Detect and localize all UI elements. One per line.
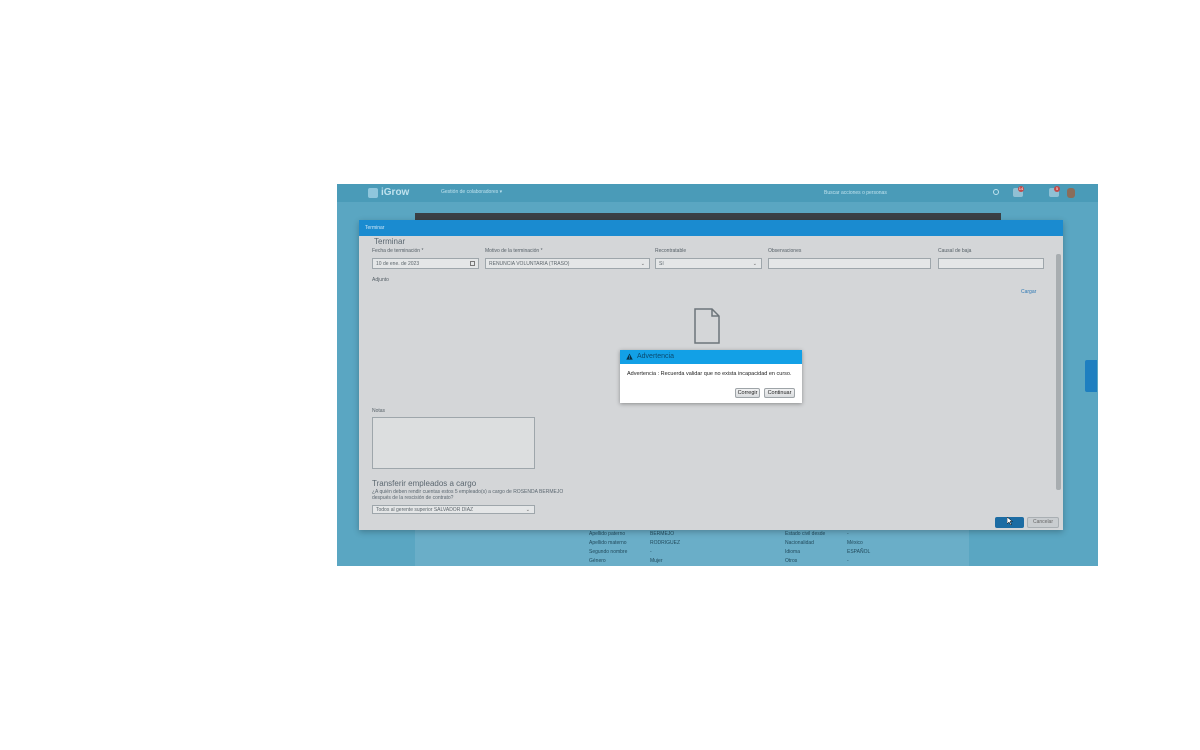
- transfer-select[interactable]: Todos al gerente superior SALVADOR DIAZ …: [372, 505, 535, 514]
- observations-input[interactable]: [768, 258, 931, 269]
- notes-label: Notas: [372, 408, 386, 414]
- profile-details: Apellido paterno BERMEJO Estado civil de…: [415, 529, 969, 566]
- detail-value: -: [847, 531, 849, 537]
- cause-label: Causal de baja: [938, 248, 972, 254]
- attachment-label: Adjunto: [372, 277, 389, 283]
- calendar-icon[interactable]: [470, 261, 475, 266]
- search-input[interactable]: Buscar acciones o personas: [824, 188, 994, 198]
- side-help-tab[interactable]: [1085, 360, 1097, 392]
- messages-icon[interactable]: 5: [1049, 186, 1060, 197]
- observations-label: Observaciones: [768, 248, 802, 254]
- chevron-down-icon: ⌄: [640, 261, 645, 267]
- termination-reason-label: Motivo de la terminación *: [485, 248, 543, 254]
- detail-value: -: [650, 549, 652, 555]
- avatar[interactable]: [1067, 188, 1075, 198]
- alert-title: Advertencia: [637, 353, 674, 360]
- scrollbar[interactable]: [1056, 254, 1061, 490]
- termination-reason-value: RENUNCIA VOLUNTARIA (TRASO): [489, 261, 570, 267]
- chevron-down-icon: ⌄: [752, 261, 757, 267]
- detail-label: Idioma: [785, 549, 801, 555]
- document-icon: [694, 308, 720, 344]
- detail-label: Estado civil desde: [785, 531, 826, 537]
- transfer-value: Todos al gerente superior SALVADOR DIAZ: [376, 507, 474, 513]
- warning-alert: Advertencia Advertencia : Recuerda valid…: [620, 350, 802, 403]
- detail-value: Mujer: [650, 558, 663, 564]
- termination-reason-select[interactable]: RENUNCIA VOLUNTARIA (TRASO) ⌄: [485, 258, 650, 269]
- search-icon[interactable]: [993, 189, 999, 195]
- detail-value: México: [847, 540, 863, 546]
- termination-date-field[interactable]: 10 de ene. de 2023: [372, 258, 479, 269]
- logo-icon: [368, 188, 378, 198]
- cancel-button[interactable]: Cancelar: [1027, 517, 1059, 528]
- top-bar: iGrow Gestión de colaboradores ▾ Buscar …: [337, 184, 1098, 202]
- termination-date-value: 10 de ene. de 2023: [376, 261, 420, 267]
- nav-menu-employee-management[interactable]: Gestión de colaboradores ▾: [441, 189, 502, 195]
- alert-message: Advertencia : Recuerda validar que no ex…: [627, 371, 792, 377]
- termination-date-label: Fecha de terminación *: [372, 248, 424, 254]
- notes-textarea[interactable]: [372, 417, 535, 469]
- dialog-title: Terminar: [365, 225, 385, 231]
- continue-button[interactable]: Continuar: [764, 388, 795, 398]
- detail-label: Otros: [785, 558, 798, 564]
- warning-icon: [626, 353, 633, 360]
- background-side-panel: [969, 529, 1001, 566]
- mouse-cursor-icon: [1007, 517, 1013, 525]
- section-title: Terminar: [374, 237, 406, 246]
- detail-label: Nacionalidad: [785, 540, 814, 546]
- notification-count: 14: [1018, 186, 1024, 192]
- logo: iGrow: [381, 187, 410, 198]
- detail-value: RODRIGUEZ: [650, 540, 680, 546]
- detail-label: Género: [589, 558, 606, 564]
- notifications-icon[interactable]: 14: [1013, 186, 1024, 197]
- rehireable-value: Sí: [659, 261, 664, 267]
- detail-value: BERMEJO: [650, 531, 675, 537]
- upload-link[interactable]: Cargar: [1021, 289, 1036, 295]
- dialog-titlebar: Terminar: [359, 220, 1063, 236]
- detail-value: ESPAÑOL: [847, 549, 871, 555]
- rehireable-label: Recontratable: [655, 248, 687, 254]
- transfer-title: Transferir empleados a cargo: [372, 479, 477, 488]
- message-count: 5: [1054, 186, 1060, 192]
- alert-header: Advertencia: [620, 350, 802, 364]
- transfer-question: ¿A quién deben rendir cuentas estos 5 em…: [372, 489, 564, 501]
- detail-label: Apellido paterno: [589, 531, 626, 537]
- cause-input[interactable]: [938, 258, 1044, 269]
- rehireable-select[interactable]: Sí ⌄: [655, 258, 762, 269]
- detail-value: -: [847, 558, 849, 564]
- chevron-down-icon: ⌄: [525, 507, 530, 513]
- detail-label: Apellido materno: [589, 540, 627, 546]
- correct-button[interactable]: Corregir: [735, 388, 760, 398]
- detail-label: Segundo nombre: [589, 549, 628, 555]
- app-screen: iGrow Gestión de colaboradores ▾ Buscar …: [337, 184, 1098, 566]
